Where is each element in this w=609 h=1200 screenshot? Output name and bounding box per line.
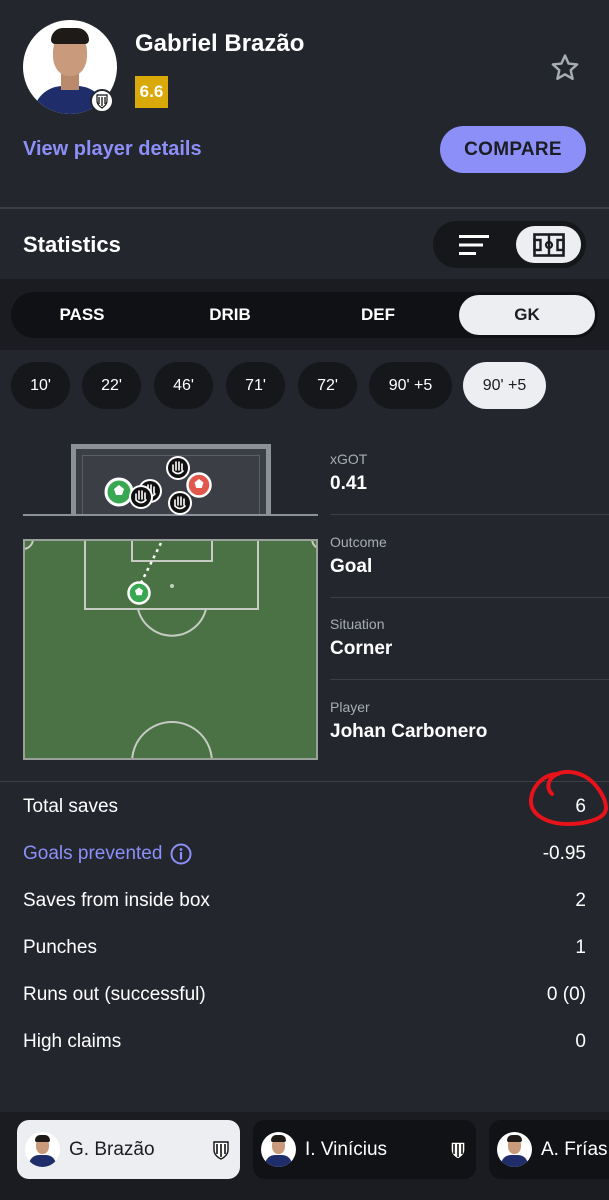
situation-item: Situation Corner xyxy=(330,616,392,660)
pitch-lines xyxy=(25,541,316,758)
star-icon[interactable] xyxy=(549,52,581,84)
stat-value: 0 (0) xyxy=(546,984,586,1005)
minute-chip-selected[interactable]: 90' +5 xyxy=(463,362,546,409)
outcome-label: Outcome xyxy=(330,534,387,550)
pitch-view-button[interactable] xyxy=(516,226,581,263)
situation-value: Corner xyxy=(330,638,393,659)
outcome-value: Goal xyxy=(330,556,373,577)
lineup-player-name: G. Brazão xyxy=(69,1138,155,1160)
club-badge-icon xyxy=(213,1141,229,1160)
save-glove-icon[interactable] xyxy=(167,490,193,516)
xgot-label: xGOT xyxy=(330,451,368,467)
stat-row-runs-out: Runs out (successful) 0 (0) xyxy=(23,980,586,1010)
divider xyxy=(0,207,609,209)
goals-prevented-link[interactable]: Goals prevented xyxy=(23,843,192,865)
minute-chip[interactable]: 10' xyxy=(11,362,70,409)
avatar xyxy=(25,1132,60,1167)
lineup-player-card[interactable]: I. Vinícius xyxy=(253,1120,476,1179)
compare-button[interactable]: COMPARE xyxy=(440,126,586,173)
lineup-player-card[interactable]: G. Brazão xyxy=(17,1120,240,1179)
stat-label: Runs out (successful) xyxy=(23,984,206,1005)
stat-row-high-claims: High claims 0 xyxy=(23,1027,586,1057)
pitch-icon xyxy=(532,232,565,257)
stat-value: 2 xyxy=(575,890,586,911)
annotation-circle xyxy=(529,769,609,827)
minute-chip[interactable]: 72' xyxy=(298,362,357,409)
save-glove-icon[interactable] xyxy=(128,484,154,510)
stat-row-punches: Punches 1 xyxy=(23,933,586,963)
stat-row-goals-prevented: Goals prevented -0.95 xyxy=(23,839,586,869)
club-badge-icon xyxy=(90,89,114,113)
stat-label: Punches xyxy=(23,937,97,958)
minute-chip[interactable]: 22' xyxy=(82,362,141,409)
shooter-label: Player xyxy=(330,699,370,715)
list-icon xyxy=(459,234,489,255)
stat-row-total-saves: Total saves 6 xyxy=(23,792,586,822)
rating-badge: 6.6 xyxy=(135,76,168,108)
outcome-item: Outcome Goal xyxy=(330,534,387,578)
divider xyxy=(0,781,609,782)
stat-value: -0.95 xyxy=(542,843,586,864)
shot-pitch-map xyxy=(23,539,318,760)
view-toggle xyxy=(433,221,586,268)
stat-label: Total saves xyxy=(23,796,119,817)
club-badge-icon xyxy=(450,1141,466,1160)
view-player-details-link[interactable]: View player details xyxy=(23,138,202,161)
stat-value: 0 xyxy=(575,1031,586,1052)
save-glove-icon[interactable] xyxy=(165,455,191,481)
player-header: Gabriel Brazão 6.6 View player details C… xyxy=(0,0,609,198)
avatar xyxy=(497,1132,532,1167)
lineup-player-name: I. Vinícius xyxy=(305,1138,388,1160)
stat-label: High claims xyxy=(23,1031,122,1052)
stat-value: 1 xyxy=(575,937,586,958)
xgot-item: xGOT 0.41 xyxy=(330,451,367,495)
shot-location-icon[interactable] xyxy=(127,581,151,605)
situation-label: Situation xyxy=(330,616,385,632)
stat-row-saves-inside-box: Saves from inside box 2 xyxy=(23,886,586,916)
lineup-player-name: A. Frías xyxy=(541,1138,608,1160)
avatar xyxy=(261,1132,296,1167)
lineup-player-card[interactable]: A. Frías xyxy=(489,1120,609,1179)
minute-chip[interactable]: 71' xyxy=(226,362,285,409)
player-name: Gabriel Brazão xyxy=(135,30,305,57)
tab-pass[interactable]: PASS xyxy=(11,292,153,338)
minute-chip[interactable]: 90' +5 xyxy=(369,362,452,409)
stat-label: Goals prevented xyxy=(23,843,163,864)
stat-category-tabs: PASS DRIB DEF GK xyxy=(11,292,598,338)
divider xyxy=(330,514,609,515)
minute-chip[interactable]: 46' xyxy=(154,362,213,409)
divider xyxy=(330,679,609,680)
shooter-item: Player Johan Carbonero xyxy=(330,699,487,743)
divider xyxy=(330,597,609,598)
xgot-value: 0.41 xyxy=(330,473,367,494)
info-icon[interactable] xyxy=(170,843,192,865)
tab-gk[interactable]: GK xyxy=(459,295,595,335)
shooter-value[interactable]: Johan Carbonero xyxy=(330,721,487,743)
list-view-button[interactable] xyxy=(443,226,505,263)
tab-def[interactable]: DEF xyxy=(307,292,449,338)
stat-label: Saves from inside box xyxy=(23,890,210,911)
section-title: Statistics xyxy=(23,232,121,257)
tab-drib[interactable]: DRIB xyxy=(159,292,301,338)
